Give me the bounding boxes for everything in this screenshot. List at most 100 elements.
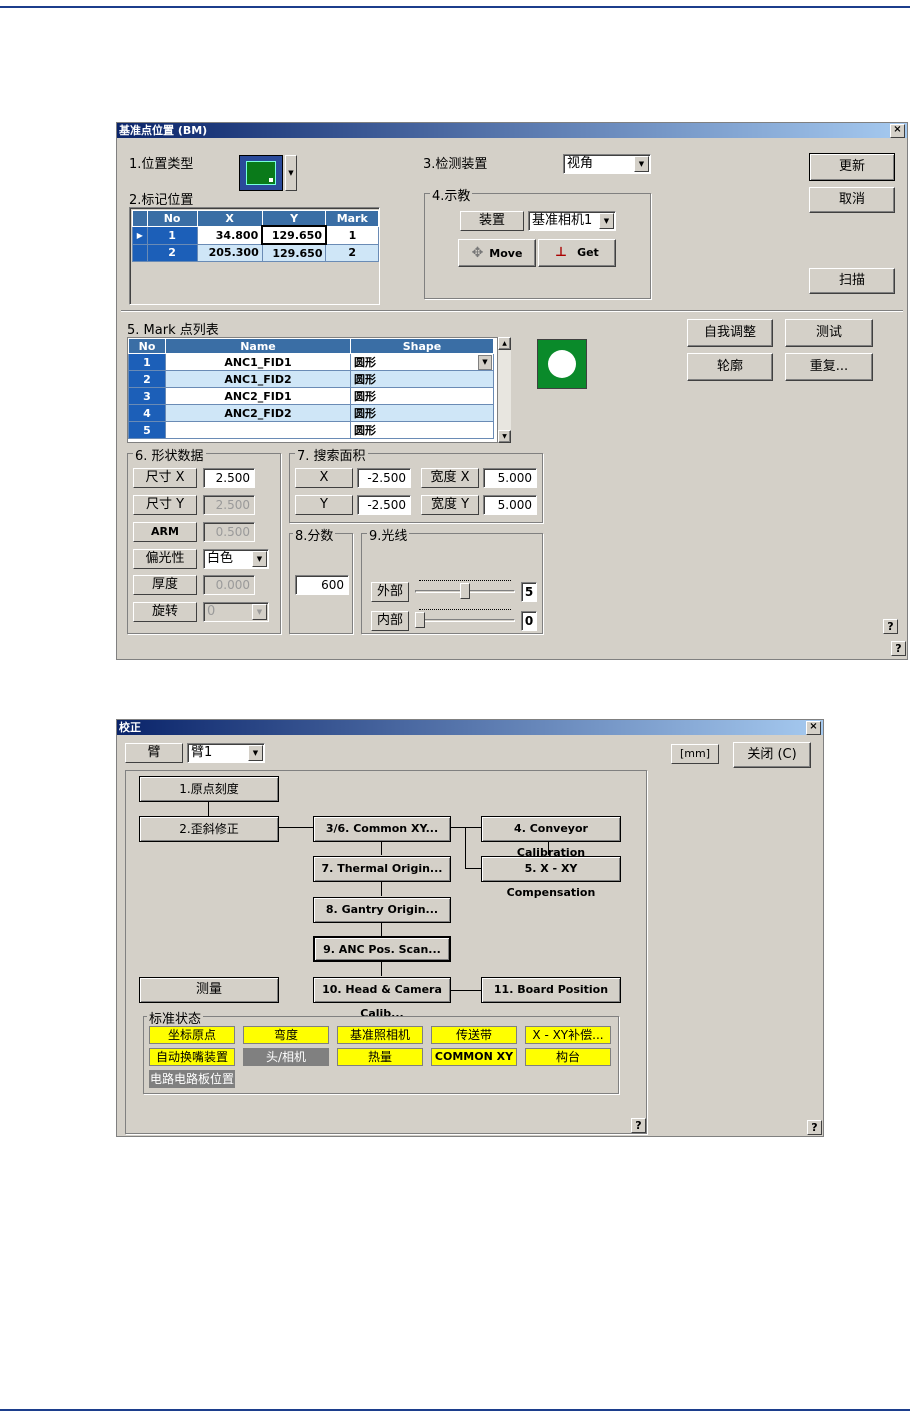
outer-light-label: 外部 bbox=[371, 582, 409, 602]
size-x-label: 尺寸 X bbox=[133, 468, 197, 488]
cell-name[interactable]: ANC1_FID1 bbox=[165, 353, 351, 371]
shape-preview-icon bbox=[537, 339, 587, 389]
cell-shape[interactable]: 圆形 bbox=[350, 421, 494, 439]
chevron-down-icon[interactable]: ▼ bbox=[599, 213, 614, 229]
thermal-origin-button[interactable]: 7. Thermal Origin... bbox=[313, 856, 451, 882]
device-button[interactable]: 装置 bbox=[460, 211, 524, 231]
search-width-x-field[interactable]: 5.000 bbox=[483, 468, 537, 488]
outer-light-slider[interactable] bbox=[415, 578, 515, 604]
connector bbox=[465, 827, 466, 869]
mark-list-label: 5. Mark 点列表 bbox=[127, 323, 219, 338]
slider-thumb[interactable] bbox=[460, 583, 470, 599]
cell-name[interactable]: ANC2_FID2 bbox=[165, 404, 351, 422]
board-position-button[interactable]: 11. Board Position bbox=[481, 977, 621, 1003]
cell-name[interactable]: ANC2_FID1 bbox=[165, 387, 351, 405]
table-row[interactable]: 1 ANC1_FID1 圆形 ▼ bbox=[128, 353, 494, 371]
arm-field[interactable]: 0.500 bbox=[203, 522, 255, 542]
test-button[interactable]: 测试 bbox=[785, 319, 873, 347]
search-y-field[interactable]: -2.500 bbox=[357, 495, 411, 515]
cell-name[interactable]: ANC1_FID2 bbox=[165, 370, 351, 388]
chevron-down-icon[interactable]: ▼ bbox=[252, 604, 267, 620]
cell-mark[interactable]: 2 bbox=[325, 243, 379, 262]
table-row[interactable]: 2 205.300 129.650 2 bbox=[132, 243, 379, 262]
help-icon[interactable]: ? bbox=[631, 1118, 646, 1133]
scroll-down-icon[interactable]: ▼ bbox=[498, 430, 511, 443]
status-group-label: 标准状态 bbox=[147, 1008, 204, 1027]
search-width-y-field[interactable]: 5.000 bbox=[483, 495, 537, 515]
chevron-down-icon[interactable]: ▼ bbox=[634, 156, 649, 172]
get-button[interactable]: ⊥ Get bbox=[538, 239, 616, 267]
table-row[interactable]: 4 ANC2_FID2 圆形 bbox=[128, 404, 494, 422]
conveyor-calibration-button[interactable]: 4. Conveyor Calibration bbox=[481, 816, 621, 859]
mark-list-table[interactable]: No Name Shape 1 ANC1_FID1 圆形 ▼ 2 ANC1_FI… bbox=[128, 338, 494, 439]
cell-mark[interactable]: 1 bbox=[325, 225, 379, 245]
contour-button[interactable]: 轮廓 bbox=[687, 353, 773, 381]
cell-name[interactable] bbox=[165, 421, 351, 439]
common-xy-button[interactable]: 3/6. Common XY... bbox=[313, 816, 451, 842]
cell-shape[interactable]: 圆形 ▼ bbox=[350, 353, 494, 371]
divider bbox=[121, 310, 903, 312]
head-camera-calib-button[interactable]: 10. Head & Camera Calib... bbox=[313, 977, 451, 1020]
self-adjust-button[interactable]: 自我调整 bbox=[687, 319, 773, 347]
close-icon[interactable]: × bbox=[806, 721, 821, 735]
inner-light-slider[interactable] bbox=[415, 607, 515, 633]
table-row[interactable]: 2 ANC1_FID2 圆形 bbox=[128, 370, 494, 388]
dialog-title: 基准点位置 (BM) bbox=[117, 123, 907, 138]
close-button[interactable]: 关闭 (C) bbox=[733, 742, 811, 768]
chevron-down-icon[interactable]: ▼ bbox=[252, 551, 267, 567]
table-row[interactable]: 5 圆形 bbox=[128, 421, 494, 439]
score-field[interactable]: 600 bbox=[295, 575, 349, 595]
mark-position-table[interactable]: No X Y Mark ▶ 1 34.800 129.650 1 2 205.3… bbox=[132, 210, 379, 262]
chevron-down-icon[interactable]: ▼ bbox=[285, 155, 297, 191]
update-button[interactable]: 更新 bbox=[809, 153, 895, 181]
connector bbox=[451, 990, 481, 991]
help-icon[interactable]: ? bbox=[883, 619, 898, 634]
scroll-up-icon[interactable]: ▲ bbox=[498, 337, 511, 350]
cell-x[interactable]: 34.800 bbox=[196, 225, 263, 245]
anc-pos-scan-button[interactable]: 9. ANC Pos. Scan... bbox=[313, 936, 451, 962]
calibration-dialog: 校正 × 臂 臂1 ▼ [mm] 关闭 (C) 1.原点刻度 2.歪斜修正 3/… bbox=[116, 719, 824, 1137]
chevron-down-icon[interactable]: ▼ bbox=[248, 745, 263, 761]
cell-y[interactable]: 129.650 bbox=[261, 225, 327, 245]
repeat-button[interactable]: 重复... bbox=[785, 353, 873, 381]
search-x-field[interactable]: -2.500 bbox=[357, 468, 411, 488]
arm-label: 臂 bbox=[125, 743, 183, 763]
position-type-selector[interactable]: ▼ bbox=[239, 155, 297, 191]
thickness-field[interactable]: 0.000 bbox=[203, 575, 255, 595]
size-y-field[interactable]: 2.500 bbox=[203, 495, 255, 515]
cell-shape[interactable]: 圆形 bbox=[350, 387, 494, 405]
skew-correction-button[interactable]: 2.歪斜修正 bbox=[139, 816, 279, 842]
origin-scale-button[interactable]: 1.原点刻度 bbox=[139, 776, 279, 802]
gantry-origin-button[interactable]: 8. Gantry Origin... bbox=[313, 897, 451, 923]
chevron-down-icon[interactable]: ▼ bbox=[478, 355, 492, 370]
xy-compensation-button[interactable]: 5. X - XY Compensation bbox=[481, 856, 621, 899]
device-select[interactable]: 基准相机1 ▼ bbox=[528, 211, 616, 231]
rotation-label: 旋转 bbox=[133, 602, 197, 622]
move-button[interactable]: ✥ Move bbox=[458, 239, 536, 267]
mark-list-scrollbar[interactable]: ▲ ▼ bbox=[497, 337, 511, 443]
polarity-select[interactable]: 白色 ▼ bbox=[203, 549, 269, 569]
measure-button[interactable]: 测量 bbox=[139, 977, 279, 1003]
help-icon[interactable]: ? bbox=[807, 1120, 822, 1135]
table-row[interactable]: ▶ 1 34.800 129.650 1 bbox=[132, 225, 379, 245]
scan-button[interactable]: 扫描 bbox=[809, 268, 895, 294]
size-x-field[interactable]: 2.500 bbox=[203, 468, 255, 488]
get-button-label: Get bbox=[577, 246, 599, 259]
close-icon[interactable]: × bbox=[890, 124, 905, 138]
bottom-rule bbox=[0, 1409, 910, 1411]
cell-no: 1 bbox=[146, 225, 198, 245]
cancel-button[interactable]: 取消 bbox=[809, 187, 895, 213]
cell-y[interactable]: 129.650 bbox=[261, 243, 327, 262]
cell-shape[interactable]: 圆形 bbox=[350, 370, 494, 388]
cell-shape[interactable]: 圆形 bbox=[350, 404, 494, 422]
slider-thumb[interactable] bbox=[415, 612, 425, 628]
table-row[interactable]: 3 ANC2_FID1 圆形 bbox=[128, 387, 494, 405]
cell-no: 3 bbox=[128, 387, 166, 405]
cell-x[interactable]: 205.300 bbox=[196, 243, 263, 262]
detect-device-select[interactable]: 视角 ▼ bbox=[563, 154, 651, 174]
arm-select[interactable]: 臂1 ▼ bbox=[187, 743, 265, 763]
connector bbox=[381, 881, 382, 896]
rotation-select[interactable]: 0 ▼ bbox=[203, 602, 269, 622]
help-icon[interactable]: ? bbox=[891, 641, 906, 656]
polarity-value: 白色 bbox=[207, 551, 234, 566]
